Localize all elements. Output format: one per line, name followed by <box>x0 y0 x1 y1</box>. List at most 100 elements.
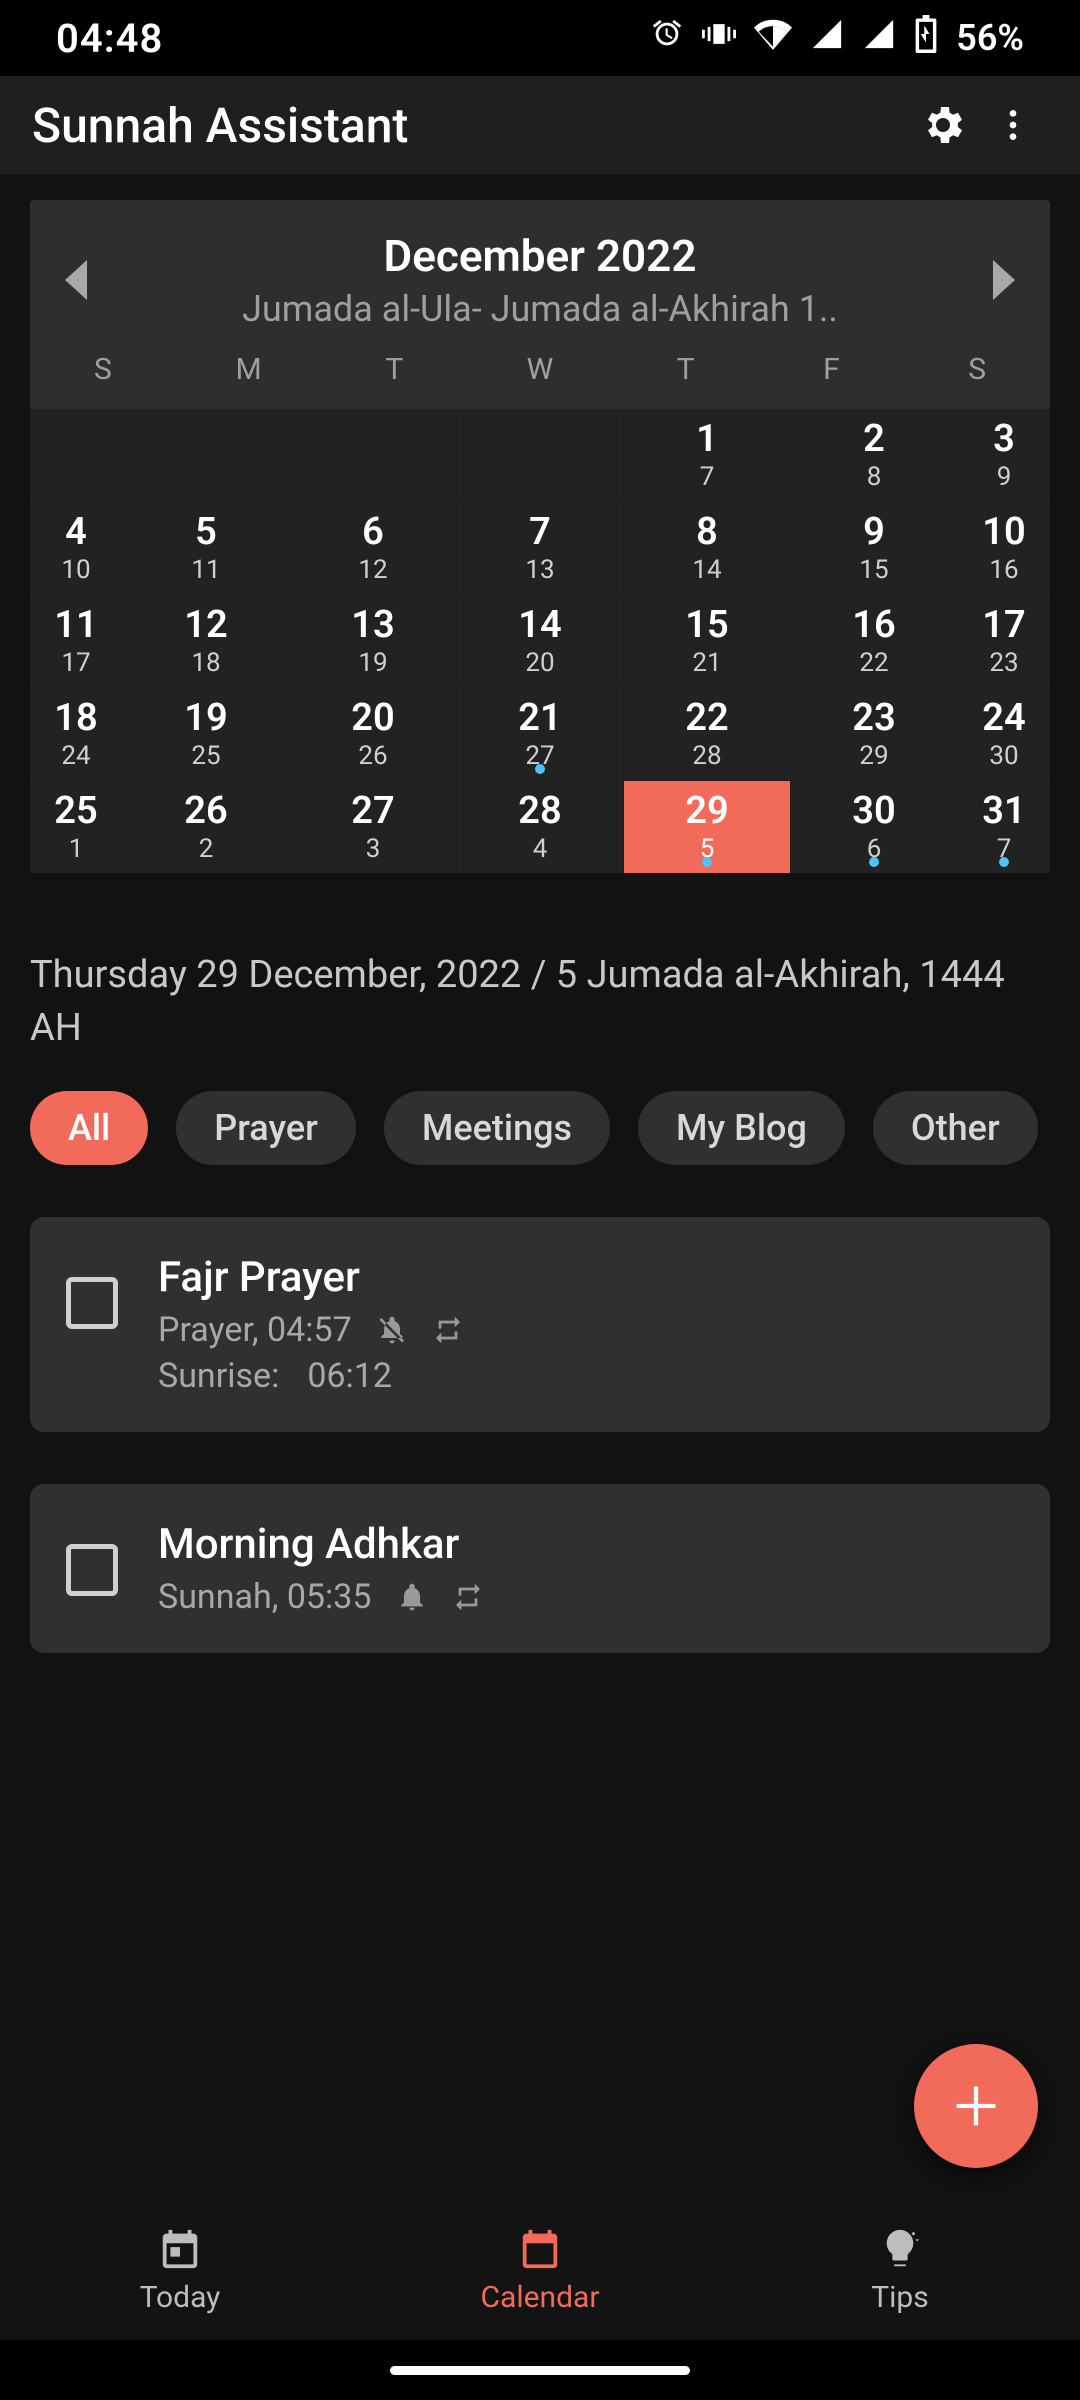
calendar-day-hijri: 26 <box>358 743 387 769</box>
calendar-day[interactable]: 915 <box>791 502 957 594</box>
calendar-day[interactable]: 1420 <box>457 595 623 687</box>
calendar-day-gregorian: 5 <box>195 513 217 551</box>
calendar-day[interactable]: 1117 <box>30 595 122 687</box>
calendar-dow: S <box>904 352 1050 387</box>
nav-calendar[interactable]: Calendar <box>360 2200 720 2340</box>
calendar-day[interactable]: 28 <box>791 409 957 501</box>
calendar-day[interactable]: 612 <box>290 502 456 594</box>
settings-button[interactable] <box>908 101 978 149</box>
calendar-day[interactable]: 284 <box>457 781 623 873</box>
calendar-day[interactable]: 17 <box>624 409 790 501</box>
calendar-day[interactable]: 1925 <box>123 688 289 780</box>
filter-chips: All Prayer Meetings My Blog Other <box>30 1091 1050 1165</box>
calendar-day[interactable]: 317 <box>958 781 1050 873</box>
calendar-empty <box>290 409 456 501</box>
task-body: Morning Adhkar Sunnah, 05:35 <box>158 1520 1014 1617</box>
calendar-day[interactable]: 1218 <box>123 595 289 687</box>
calendar-empty <box>123 409 289 501</box>
calendar-day-gregorian: 12 <box>184 606 227 644</box>
filter-chip[interactable]: Other <box>873 1091 1038 1165</box>
calendar-day[interactable]: 1723 <box>958 595 1050 687</box>
calendar-dow: S <box>30 352 176 387</box>
filter-chip[interactable]: All <box>30 1091 148 1165</box>
calendar-today-icon <box>157 2226 203 2272</box>
repeat-icon <box>452 1581 484 1613</box>
calendar-day-hijri: 8 <box>867 464 882 490</box>
calendar-day[interactable]: 295 <box>624 781 790 873</box>
calendar-day[interactable]: 2228 <box>624 688 790 780</box>
calendar-day[interactable]: 2329 <box>791 688 957 780</box>
battery-percent: 56% <box>956 17 1024 59</box>
task-checkbox[interactable] <box>66 1277 118 1329</box>
calendar-day-gregorian: 31 <box>982 792 1025 830</box>
calendar-day-gregorian: 28 <box>518 792 561 830</box>
prev-month-button[interactable] <box>42 245 112 315</box>
calendar-day-gregorian: 3 <box>993 420 1015 458</box>
calendar-day[interactable]: 306 <box>791 781 957 873</box>
calendar-day-gregorian: 1 <box>696 420 718 458</box>
filter-chip[interactable]: Prayer <box>176 1091 356 1165</box>
calendar-day-hijri: 19 <box>358 650 387 676</box>
nav-tips[interactable]: Tips <box>720 2200 1080 2340</box>
calendar-day-hijri: 28 <box>692 743 721 769</box>
calendar-day[interactable]: 2026 <box>290 688 456 780</box>
calendar-day-gregorian: 20 <box>351 699 394 737</box>
task-list: Fajr PrayerPrayer, 04:57Sunrise:06:12 Mor… <box>30 1217 1050 1653</box>
calendar-day-hijri: 1 <box>69 836 84 862</box>
calendar-day-hijri: 21 <box>692 650 721 676</box>
calendar-day[interactable]: 1319 <box>290 595 456 687</box>
nav-calendar-label: Calendar <box>480 2280 599 2315</box>
calendar-card: December 2022 Jumada al-Ula- Jumada al-A… <box>30 200 1050 873</box>
task-title: Morning Adhkar <box>158 1520 1014 1569</box>
calendar-day[interactable]: 511 <box>123 502 289 594</box>
calendar-dow: T <box>321 352 467 387</box>
calendar-day-hijri: 12 <box>358 557 387 583</box>
wifi-icon <box>754 15 792 62</box>
calendar-day[interactable]: 1622 <box>791 595 957 687</box>
calendar-day[interactable]: 410 <box>30 502 122 594</box>
calendar-day[interactable]: 273 <box>290 781 456 873</box>
calendar-day-gregorian: 9 <box>863 513 885 551</box>
status-bar: 04:48 56% <box>0 0 1080 76</box>
task-card[interactable]: Morning Adhkar Sunnah, 05:35 <box>30 1484 1050 1653</box>
calendar-day-gregorian: 8 <box>696 513 718 551</box>
calendar-dow-row: SMTWTFS <box>30 338 1050 409</box>
calendar-dow: T <box>613 352 759 387</box>
calendar-event-dot <box>999 857 1009 867</box>
calendar-dow: F <box>759 352 905 387</box>
add-fab[interactable] <box>914 2044 1038 2168</box>
calendar-day-hijri: 2 <box>199 836 214 862</box>
calendar-day[interactable]: 2127 <box>457 688 623 780</box>
nav-today[interactable]: Today <box>0 2200 360 2340</box>
task-card[interactable]: Fajr PrayerPrayer, 04:57Sunrise:06:12 <box>30 1217 1050 1432</box>
bottom-nav: Today Calendar Tips <box>0 2200 1080 2340</box>
calendar-day[interactable]: 39 <box>958 409 1050 501</box>
calendar-day-hijri: 13 <box>525 557 554 583</box>
calendar-day[interactable]: 814 <box>624 502 790 594</box>
calendar-day-gregorian: 16 <box>852 606 895 644</box>
gesture-bar[interactable] <box>390 2366 690 2375</box>
calendar-day-hijri: 24 <box>61 743 90 769</box>
more-vert-icon <box>993 105 1033 145</box>
task-body: Fajr PrayerPrayer, 04:57Sunrise:06:12 <box>158 1253 1014 1396</box>
filter-chip[interactable]: My Blog <box>638 1091 845 1165</box>
calendar-day[interactable]: 262 <box>123 781 289 873</box>
task-meta: Sunnah, 05:35 <box>158 1577 372 1617</box>
calendar-day[interactable]: 713 <box>457 502 623 594</box>
calendar-day[interactable]: 2430 <box>958 688 1050 780</box>
calendar-day[interactable]: 1824 <box>30 688 122 780</box>
task-checkbox[interactable] <box>66 1544 118 1596</box>
next-month-button[interactable] <box>968 245 1038 315</box>
filter-chip[interactable]: Meetings <box>384 1091 610 1165</box>
calendar-header: December 2022 Jumada al-Ula- Jumada al-A… <box>30 200 1050 338</box>
overflow-button[interactable] <box>978 105 1048 145</box>
calendar-day[interactable]: 251 <box>30 781 122 873</box>
app-title: Sunnah Assistant <box>32 97 908 154</box>
calendar-day[interactable]: 1521 <box>624 595 790 687</box>
calendar-day-gregorian: 22 <box>685 699 728 737</box>
calendar-day[interactable]: 1016 <box>958 502 1050 594</box>
status-right: 56% <box>650 15 1024 62</box>
alarm-icon <box>650 17 684 60</box>
calendar-day-gregorian: 30 <box>852 792 895 830</box>
calendar-event-dot <box>869 857 879 867</box>
